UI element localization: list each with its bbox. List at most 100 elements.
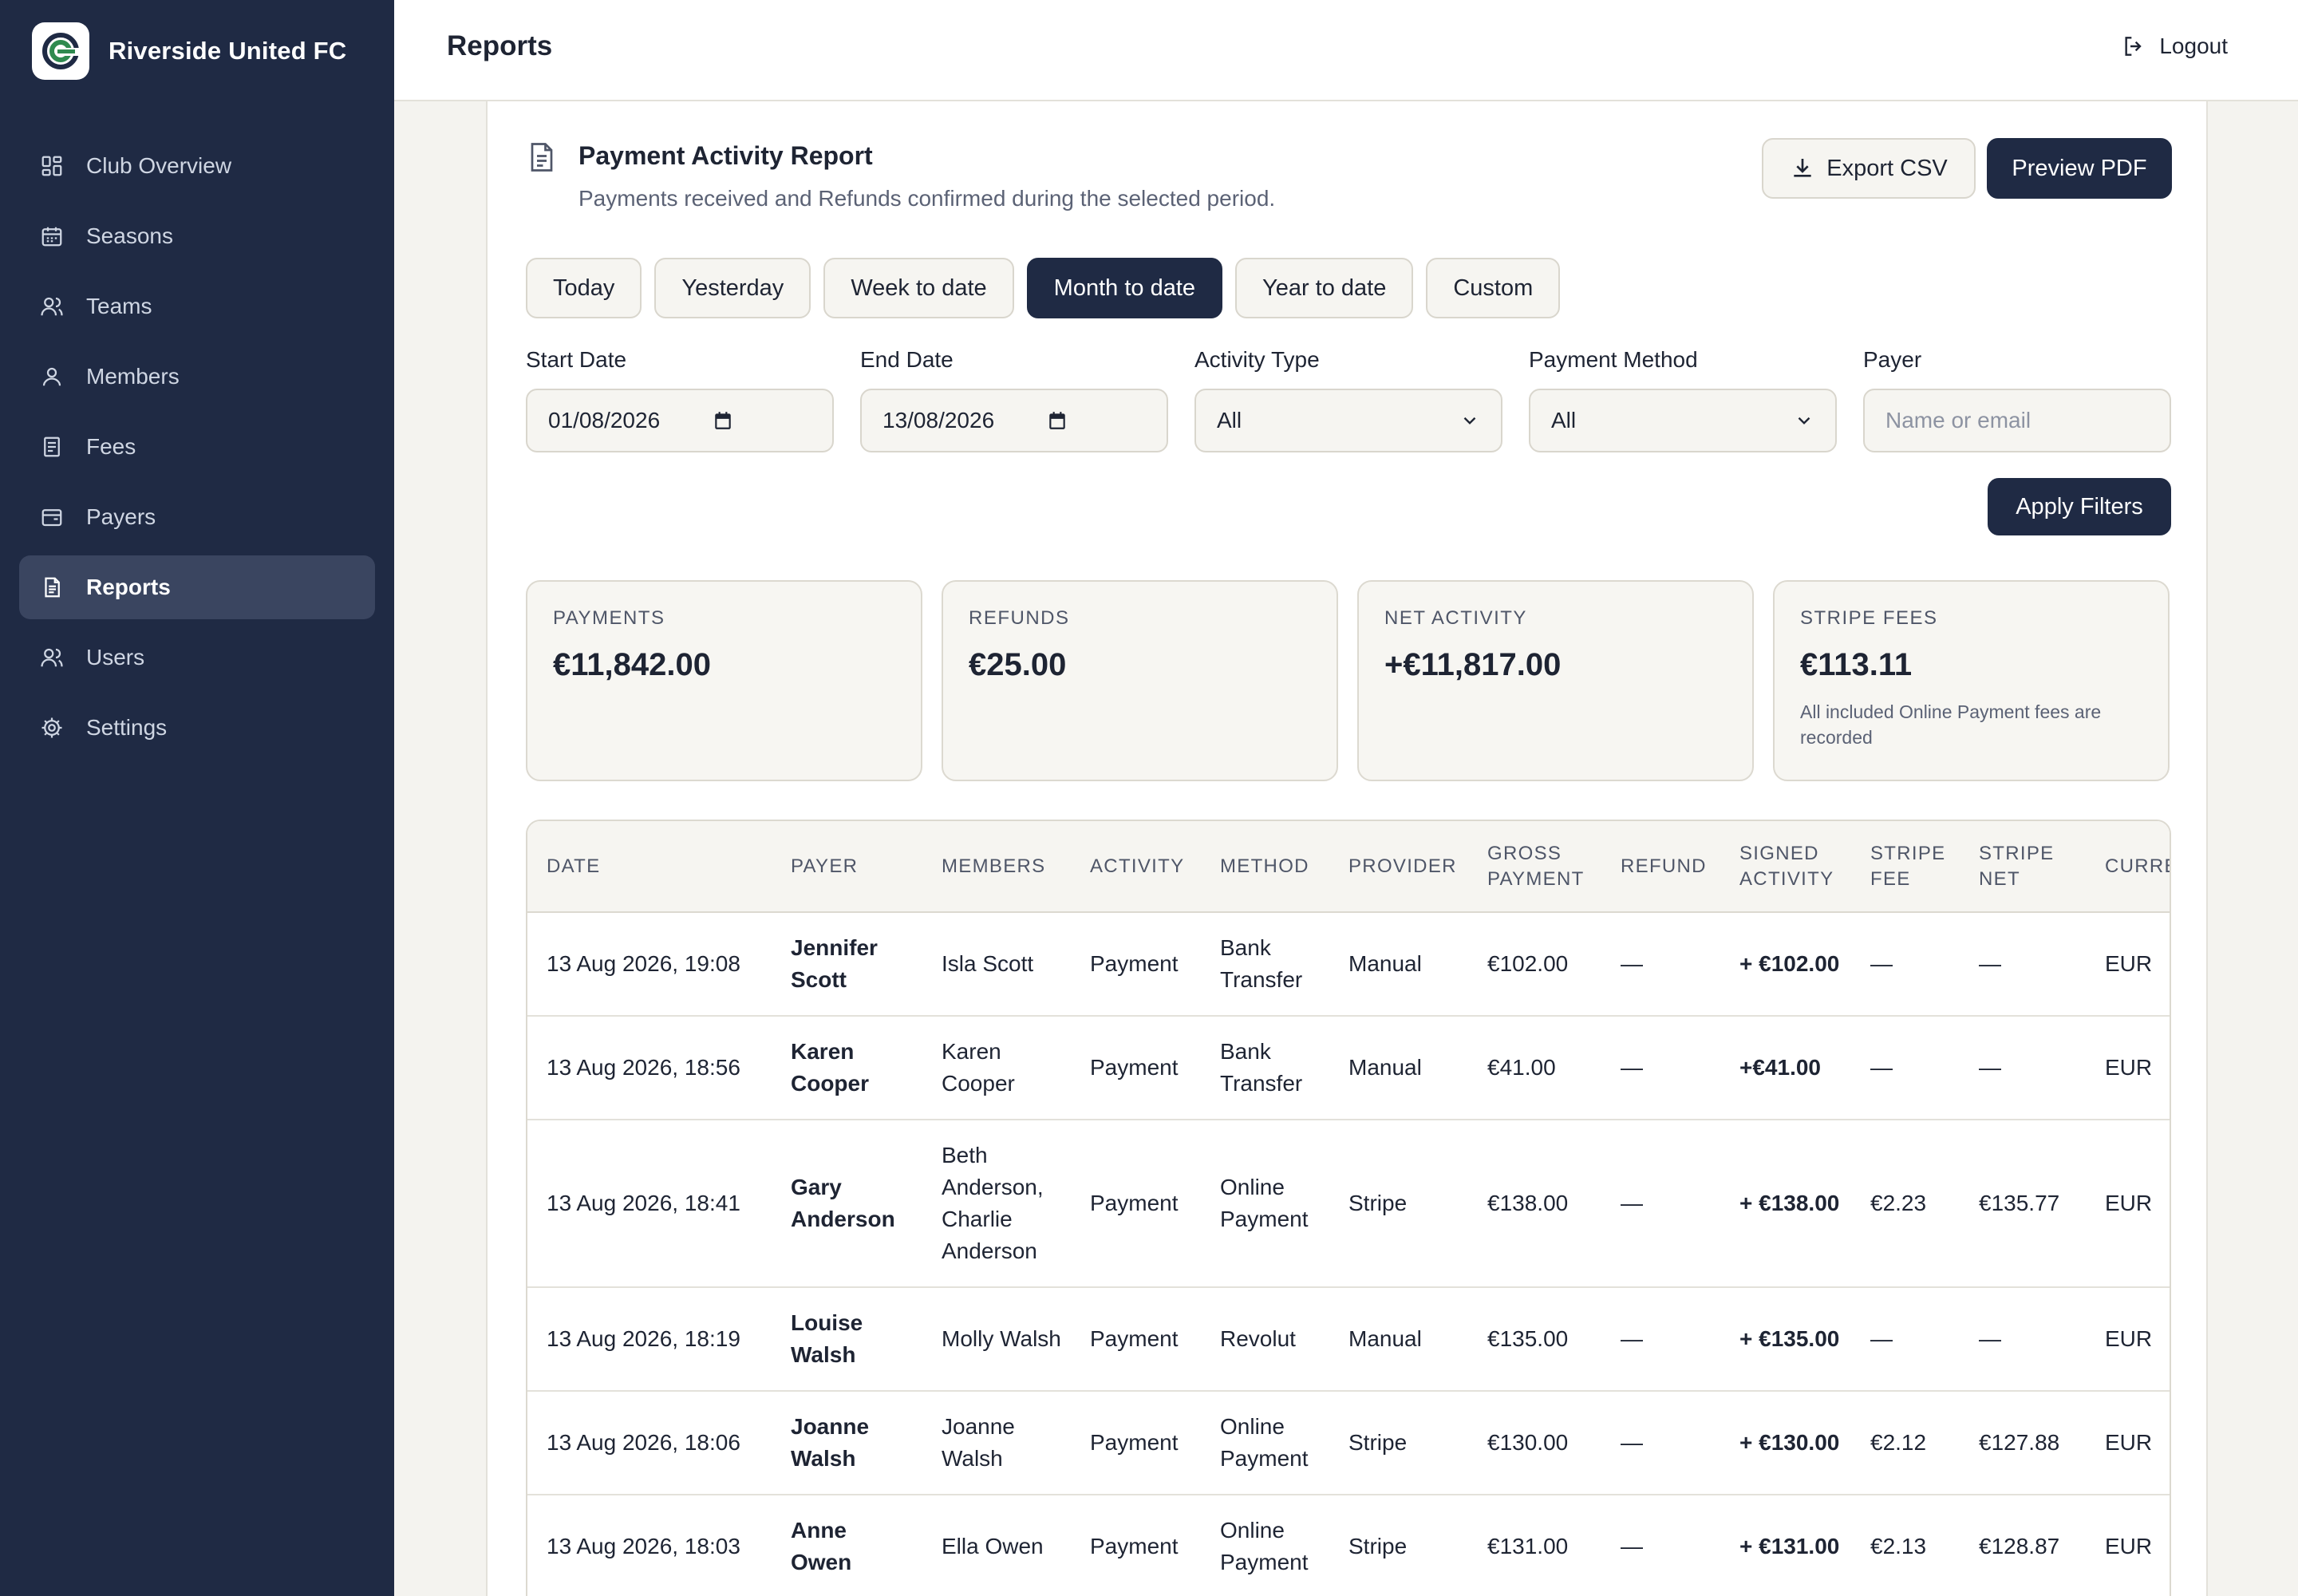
cell-currency: EUR xyxy=(2086,1016,2170,1120)
calendar-icon xyxy=(38,223,65,250)
table-row[interactable]: 13 Aug 2026, 18:41 Gary Anderson Beth Ande… xyxy=(527,1120,2170,1288)
range-year-to-date-button[interactable]: Year to date xyxy=(1235,258,1414,318)
cell-provider: Stripe xyxy=(1329,1391,1468,1495)
column-header-payer[interactable]: Payer xyxy=(772,821,922,912)
end-date-input[interactable]: 13/08/2026 xyxy=(860,389,1168,452)
range-custom-button[interactable]: Custom xyxy=(1426,258,1561,318)
cell-members: Karen Cooper xyxy=(922,1016,1071,1120)
report-title: Payment Activity Report xyxy=(578,141,873,170)
export-csv-button[interactable]: Export CSV xyxy=(1762,138,1976,199)
table-row[interactable]: 13 Aug 2026, 18:19 Louise Walsh Molly Wals… xyxy=(527,1287,2170,1392)
table-row[interactable]: 13 Aug 2026, 18:03 Anne Owen Ella Owen Paym… xyxy=(527,1495,2170,1596)
top-header: Reports Logout xyxy=(394,0,2298,101)
sidebar-item-payers[interactable]: Payers xyxy=(19,485,375,549)
preview-pdf-button[interactable]: Preview PDF xyxy=(1987,138,2172,199)
sidebar-item-teams[interactable]: Teams xyxy=(19,275,375,338)
payer-field-group: Payer Name or email xyxy=(1863,347,2171,452)
column-header-signed-activity[interactable]: Signed Activity xyxy=(1720,821,1851,912)
cell-method: Online Payment xyxy=(1201,1120,1329,1288)
brand[interactable]: Riverside United FC xyxy=(32,22,346,80)
cell-stripe-net: €135.77 xyxy=(1960,1120,2086,1288)
sidebar-item-label: Reports xyxy=(86,575,171,599)
table-row[interactable]: 13 Aug 2026, 18:06 Joanne Walsh Joanne Wal… xyxy=(527,1391,2170,1495)
cell-currency: EUR xyxy=(2086,1495,2170,1596)
end-date-label: End Date xyxy=(860,347,954,372)
stat-card-payments: Payments €11,842.00 xyxy=(526,580,922,781)
cell-refund: — xyxy=(1601,1016,1720,1120)
cell-payer: Gary Anderson xyxy=(772,1120,922,1288)
payment-method-label: Payment Method xyxy=(1529,347,1698,372)
chevron-down-icon xyxy=(1463,417,1476,425)
table-row[interactable]: 13 Aug 2026, 18:56 Karen Cooper Karen Coop… xyxy=(527,1016,2170,1120)
activity-table: Date Payer Members Activity Method Provi… xyxy=(527,821,2170,1596)
end-date-field-group: End Date 13/08/2026 xyxy=(860,347,1168,452)
range-today-button[interactable]: Today xyxy=(526,258,642,318)
cell-payer: Anne Owen xyxy=(772,1495,922,1596)
stat-card-refunds: Refunds €25.00 xyxy=(942,580,1338,781)
sidebar-item-members[interactable]: Members xyxy=(19,345,375,409)
column-header-date[interactable]: Date xyxy=(527,821,772,912)
start-date-input[interactable]: 01/08/2026 xyxy=(526,389,834,452)
cell-stripe-net: €128.87 xyxy=(1960,1495,2086,1596)
sidebar-item-seasons[interactable]: Seasons xyxy=(19,204,375,268)
sidebar-item-label: Seasons xyxy=(86,223,173,248)
payment-method-value: All xyxy=(1551,408,1577,433)
range-yesterday-button[interactable]: Yesterday xyxy=(654,258,811,318)
payment-method-select[interactable]: All xyxy=(1529,389,1837,452)
sidebar: Riverside United FC Club Overview Season… xyxy=(0,0,394,1596)
payer-search-input[interactable]: Name or email xyxy=(1863,389,2171,452)
sidebar-item-fees[interactable]: Fees xyxy=(19,415,375,479)
table-header-row: Date Payer Members Activity Method Provi… xyxy=(527,821,2170,912)
cell-refund: — xyxy=(1601,912,1720,1017)
sidebar-item-users[interactable]: Users xyxy=(19,626,375,689)
cell-stripe-net: — xyxy=(1960,1016,2086,1120)
column-header-refund[interactable]: Refund xyxy=(1601,821,1720,912)
sidebar-item-settings[interactable]: Settings xyxy=(19,696,375,760)
column-header-stripe-fee[interactable]: Stripe Fee xyxy=(1851,821,1960,912)
cell-activity: Payment xyxy=(1071,1016,1201,1120)
sidebar-item-reports[interactable]: Reports xyxy=(19,555,375,619)
cell-payer: Jennifer Scott xyxy=(772,912,922,1017)
club-name: Riverside United FC xyxy=(109,37,347,65)
logout-button[interactable]: Logout xyxy=(2121,34,2228,59)
cell-stripe-net: — xyxy=(1960,912,2086,1017)
cell-stripe-fee: — xyxy=(1851,1287,1960,1392)
page-title: Reports xyxy=(447,30,553,61)
cell-stripe-fee: — xyxy=(1851,912,1960,1017)
start-date-value: 01/08/2026 xyxy=(548,408,661,433)
filters-row: Start Date 01/08/2026 End Date 13/08/202… xyxy=(526,347,2171,452)
column-header-stripe-net[interactable]: Stripe Net xyxy=(1960,821,2086,912)
cell-signed-activity: + €131.00 xyxy=(1720,1495,1851,1596)
column-header-activity[interactable]: Activity xyxy=(1071,821,1201,912)
sidebar-item-club-overview[interactable]: Club Overview xyxy=(19,134,375,198)
export-csv-label: Export CSV xyxy=(1826,155,1948,181)
activity-type-select[interactable]: All xyxy=(1194,389,1502,452)
column-header-provider[interactable]: Provider xyxy=(1329,821,1468,912)
cell-gross-payment: €102.00 xyxy=(1468,912,1601,1017)
cell-signed-activity: + €135.00 xyxy=(1720,1287,1851,1392)
column-header-members[interactable]: Members xyxy=(922,821,1071,912)
report-subtitle: Payments received and Refunds confirmed … xyxy=(578,186,1276,211)
start-date-label: Start Date xyxy=(526,347,627,372)
range-month-to-date-button[interactable]: Month to date xyxy=(1026,258,1223,318)
cell-activity: Payment xyxy=(1071,912,1201,1017)
sidebar-item-label: Members xyxy=(86,364,180,389)
sidebar-nav: Club Overview Seasons Teams Members Fees xyxy=(19,134,375,766)
calendar-icon[interactable] xyxy=(1047,410,1068,431)
cell-signed-activity: + €102.00 xyxy=(1720,912,1851,1017)
column-header-currency[interactable]: Currency xyxy=(2086,821,2170,912)
calendar-icon[interactable] xyxy=(713,410,733,431)
cell-provider: Manual xyxy=(1329,912,1468,1017)
column-header-gross-payment[interactable]: Gross Payment xyxy=(1468,821,1601,912)
range-week-to-date-button[interactable]: Week to date xyxy=(823,258,1014,318)
cell-currency: EUR xyxy=(2086,1287,2170,1392)
apply-filters-button[interactable]: Apply Filters xyxy=(1988,478,2171,535)
cell-provider: Manual xyxy=(1329,1016,1468,1120)
table-row[interactable]: 13 Aug 2026, 19:08 Jennifer Scott Isla Sco… xyxy=(527,912,2170,1017)
cell-date: 13 Aug 2026, 18:06 xyxy=(527,1391,772,1495)
stat-label: Stripe Fees xyxy=(1800,607,1938,629)
column-header-method[interactable]: Method xyxy=(1201,821,1329,912)
cell-currency: EUR xyxy=(2086,912,2170,1017)
activity-table-container[interactable]: Date Payer Members Activity Method Provi… xyxy=(526,820,2171,1596)
end-date-value: 13/08/2026 xyxy=(882,408,995,433)
